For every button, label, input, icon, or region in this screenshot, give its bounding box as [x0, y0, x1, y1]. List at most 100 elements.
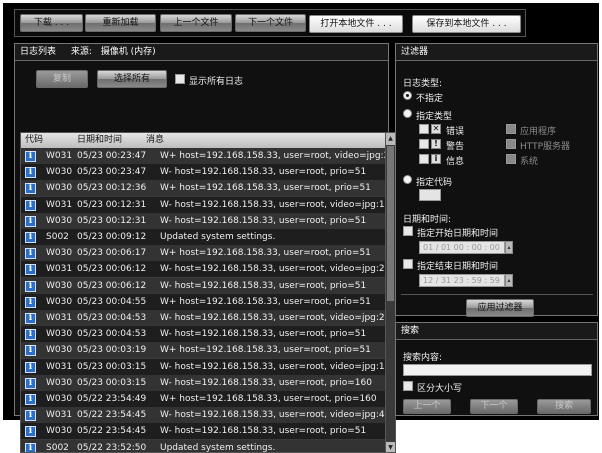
unspecified-radio[interactable] [403, 91, 412, 100]
source-value: 摄像机 (内存) [100, 47, 156, 57]
search-button[interactable]: 搜索 [537, 399, 591, 414]
row-time: 05/23 00:04:53 [77, 329, 147, 340]
info-icon: i [25, 183, 36, 195]
log-list-title: 日志列表 [20, 47, 57, 57]
specify-type-label: 指定类型 [416, 112, 453, 122]
row-code: W031 [46, 313, 73, 323]
info-icon: i [25, 345, 36, 357]
table-row[interactable]: i W031 05/23 00:06:12 W- host=192.168.158.3… [21, 261, 395, 279]
table-row[interactable]: i W031 05/23 00:12:31 W- host=192.168.158.3… [21, 196, 395, 214]
table-row[interactable]: i W030 05/23 00:12:31 W- host=192.168.158.3… [21, 212, 387, 230]
row-message: W- host=192.168.158.33, user=root, prio=… [160, 329, 367, 340]
row-message: W- host=192.168.158.33, user=root, video… [160, 313, 396, 323]
end-datetime-input[interactable]: 12 / 31 23 : 59 : 59 [419, 274, 505, 287]
row-code: W030 [46, 215, 73, 226]
log-type-label: 日志类型: [403, 79, 443, 89]
row-message: W- host=192.168.158.33, user=root, prio=… [160, 426, 367, 437]
match-case-checkbox[interactable] [403, 381, 413, 391]
http-server-checkbox[interactable] [506, 139, 516, 149]
save-local-file-button[interactable]: 保存到本地文件 . . . [412, 15, 521, 33]
row-code: W030 [46, 248, 73, 259]
log-viewer-window: 下载 . . . 重新加载 上一个文件 下一个文件 打开本地文件 . . . 保… [3, 3, 599, 453]
search-next-button[interactable]: 下一个 [470, 399, 518, 414]
specify-start-checkbox[interactable] [403, 226, 413, 236]
select-all-button[interactable]: 选择所有 [97, 70, 167, 88]
row-message: W+ host=192.168.158.33, user=root, prio=… [160, 183, 371, 194]
prev-file-button[interactable]: 上一个文件 [160, 14, 232, 32]
table-row[interactable]: i W031 05/23 00:03:15 W- host=192.168.158.3… [21, 358, 395, 376]
search-prev-button[interactable]: 上一个 [403, 399, 451, 414]
row-code: W031 [46, 199, 73, 210]
table-row[interactable]: i W031 05/23 00:23:47 W+ host=192.168.158.3… [21, 148, 395, 165]
row-message: W+ host=192.168.158.33, user=root, prio=… [160, 296, 371, 307]
start-datetime-input[interactable]: 01 / 01 00 : 00 : 00 [419, 241, 505, 254]
row-message: W- host=192.168.158.33, user=root, prio=… [160, 215, 367, 226]
log-list-title-bar: 日志列表 来源: 摄像机 (内存) [15, 44, 388, 61]
row-time: 05/23 00:04:53 [77, 313, 147, 323]
table-row[interactable]: i W030 05/23 00:04:53 W- host=192.168.158.3… [21, 326, 387, 344]
system-checkbox[interactable] [506, 154, 516, 164]
table-row[interactable]: i W031 05/23 00:04:53 W- host=192.168.158.3… [21, 310, 395, 327]
info-icon: i [25, 410, 36, 422]
info-icon: i [25, 232, 36, 243]
table-row[interactable]: i W030 05/23 00:04:55 W+ host=192.168.158.3… [21, 293, 387, 311]
info-icon: i [25, 248, 36, 260]
row-code: W030 [46, 280, 73, 291]
match-case-label: 区分大小写 [417, 384, 463, 394]
specify-code-radio[interactable] [403, 175, 412, 184]
start-spinner-icon[interactable]: ▴ [505, 241, 513, 254]
table-row[interactable]: i W030 05/23 00:06:12 W- host=192.168.158.3… [21, 277, 387, 295]
scroll-down-icon[interactable]: ▼ [386, 442, 395, 452]
specify-end-checkbox[interactable] [403, 259, 413, 269]
scroll-thumb[interactable] [387, 146, 394, 301]
scroll-up-icon[interactable]: ▲ [386, 133, 395, 145]
download-button[interactable]: 下载 . . . [20, 14, 83, 32]
table-row[interactable]: i W030 05/23 00:03:15 W- host=192.168.158.3… [21, 374, 387, 392]
table-row[interactable]: i W030 05/22 23:54:45 W- host=192.168.158.3… [21, 423, 387, 441]
row-time: 05/23 00:23:47 [77, 151, 147, 161]
column-datetime[interactable]: 日期和时间 [77, 133, 122, 148]
row-message: W- host=192.168.158.33, user=root, video… [160, 199, 396, 210]
table-row[interactable]: i W030 05/23 00:23:47 W- host=192.168.158.3… [21, 164, 387, 182]
table-row[interactable]: i W030 05/23 00:12:36 W+ host=192.168.158.3… [21, 180, 387, 198]
column-code[interactable]: 代码 [25, 133, 43, 148]
log-table-header: 代码 日期和时间 消息 [21, 133, 387, 148]
row-time: 05/22 23:52:50 [77, 442, 147, 453]
row-time: 05/23 00:06:17 [77, 248, 147, 259]
warning-checkbox[interactable] [419, 139, 429, 149]
open-local-file-button[interactable]: 打开本地文件 . . . [309, 15, 403, 33]
code-input[interactable] [419, 189, 441, 201]
table-row[interactable]: i W030 05/23 00:03:19 W+ host=192.168.158.3… [21, 342, 387, 360]
search-input[interactable] [403, 364, 592, 376]
table-row[interactable]: i S002 05/23 00:09:12 Updated system settin… [21, 229, 387, 246]
row-code: W031 [46, 361, 73, 372]
info-icon: i [25, 151, 36, 162]
row-time: 05/23 00:03:19 [77, 345, 147, 356]
end-spinner-icon[interactable]: ▴ [505, 274, 513, 287]
apply-filter-button[interactable]: 应用过滤器 [466, 299, 534, 317]
column-message[interactable]: 消息 [146, 133, 164, 148]
error-checkbox[interactable] [419, 124, 429, 134]
log-table-scrollbar[interactable]: ▲ ▼ [385, 133, 395, 452]
info-icon: i [431, 154, 441, 164]
specify-type-radio[interactable] [403, 109, 412, 118]
info-label: 信息 [446, 157, 465, 167]
row-time: 05/22 23:54:49 [77, 394, 147, 404]
table-row[interactable]: i W030 05/23 00:06:17 W+ host=192.168.158.3… [21, 245, 387, 263]
row-message: W- host=192.168.158.33, user=root, video… [160, 264, 396, 275]
table-row[interactable]: i W031 05/22 23:54:45 W- host=192.168.158.3… [21, 407, 395, 425]
info-icon: i [25, 426, 36, 438]
copy-button[interactable]: 复制 [36, 70, 88, 88]
filter-divider [401, 294, 593, 295]
warning-icon: ! [431, 139, 441, 149]
next-file-button[interactable]: 下一个文件 [235, 14, 306, 32]
show-all-logs-checkbox[interactable] [175, 74, 185, 84]
table-row[interactable]: i W030 05/22 23:54:49 W+ host=192.168.158.3… [21, 391, 387, 408]
application-checkbox[interactable] [506, 124, 516, 134]
row-message: W- host=192.168.158.33, user=root, video… [160, 361, 396, 372]
info-checkbox[interactable] [419, 154, 429, 164]
info-icon: i [25, 215, 36, 227]
reload-button[interactable]: 重新加载 [85, 14, 156, 32]
table-row[interactable]: i S002 05/22 23:52:50 Updated system settin… [21, 439, 387, 453]
row-code: W031 [46, 151, 73, 161]
